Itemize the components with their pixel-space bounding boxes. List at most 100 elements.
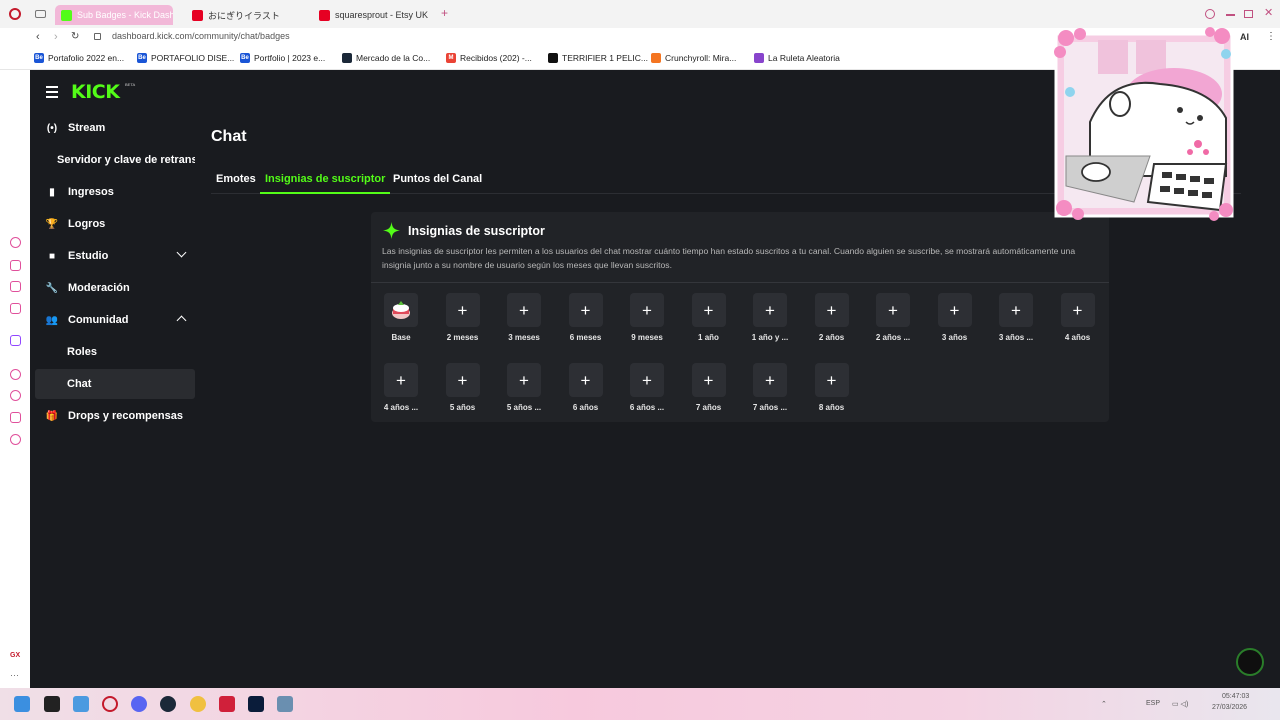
app-icon[interactable] xyxy=(190,696,206,712)
maximize-window-button[interactable] xyxy=(1244,10,1253,18)
add-badge-icon[interactable]: + xyxy=(507,293,541,327)
game-icon[interactable] xyxy=(219,696,235,712)
tab-manager-icon[interactable] xyxy=(35,10,46,18)
steam-icon[interactable] xyxy=(160,696,176,712)
gx-icon[interactable]: GX xyxy=(10,652,20,659)
add-badge-icon[interactable]: + xyxy=(691,293,726,327)
badge-slot[interactable]: +1 año xyxy=(684,293,734,342)
bookmark-item[interactable]: Be PORTAFOLIO DISE... xyxy=(137,53,234,63)
back-icon[interactable]: ‹ xyxy=(36,31,40,43)
tab-subscriber-badges[interactable]: Insignias de suscriptor xyxy=(260,173,391,194)
ai-assistant-icon[interactable] xyxy=(10,237,21,248)
badge-slot[interactable]: Base xyxy=(376,293,426,342)
bookmark-item[interactable]: La Ruleta Aleatoria xyxy=(754,53,840,63)
clock-date[interactable]: 27/03/2026 xyxy=(1212,704,1247,711)
forward-icon[interactable]: › xyxy=(54,31,58,43)
opera-logo-icon[interactable] xyxy=(9,8,21,20)
reload-icon[interactable]: ↻ xyxy=(71,31,79,42)
hamburger-menu-icon[interactable] xyxy=(46,86,58,101)
chevron-down-icon[interactable] xyxy=(176,247,187,258)
badge-slot[interactable]: +8 años xyxy=(807,363,857,412)
badge-slot[interactable]: +6 años ... xyxy=(622,363,672,412)
kick-status-icon[interactable] xyxy=(1236,648,1264,676)
add-badge-icon[interactable]: + xyxy=(753,363,787,397)
badge-slot[interactable]: +2 meses xyxy=(438,293,488,342)
browser-tab[interactable]: Sub Badges - Kick Dashb xyxy=(55,5,173,25)
tab-emotes[interactable]: Emotes xyxy=(211,173,261,194)
clock-time[interactable]: 05:47:03 xyxy=(1222,693,1249,700)
crypto-wallet-icon[interactable] xyxy=(10,281,21,292)
kick-logo[interactable]: KICK xyxy=(71,81,120,103)
ai-label[interactable]: AI xyxy=(1240,32,1249,42)
add-badge-icon[interactable]: + xyxy=(630,293,664,327)
badge-slot[interactable]: +5 años ... xyxy=(499,363,549,412)
add-badge-icon[interactable]: + xyxy=(445,363,480,397)
bookmark-item[interactable]: Mercado de la Co... xyxy=(342,53,430,63)
add-badge-icon[interactable]: + xyxy=(568,363,603,397)
sidebar-item-ingresos[interactable]: ▮ Ingresos xyxy=(35,177,195,207)
add-badge-icon[interactable]: + xyxy=(937,293,972,327)
more-options-icon[interactable]: ··· xyxy=(10,670,19,680)
add-badge-icon[interactable]: + xyxy=(445,293,480,327)
settings-gear-icon[interactable] xyxy=(10,434,21,445)
minimize-window-button[interactable] xyxy=(1226,14,1235,16)
shopping-icon[interactable] xyxy=(10,260,21,271)
base-badge-icon[interactable] xyxy=(384,293,418,327)
files-icon[interactable] xyxy=(73,696,89,712)
badge-slot[interactable]: +2 años ... xyxy=(868,293,918,342)
bookmark-item[interactable]: Crunchyroll: Mira... xyxy=(651,53,736,63)
add-badge-icon[interactable]: + xyxy=(568,293,603,327)
computer-icon[interactable] xyxy=(277,696,293,712)
sidebar-item-chat[interactable]: Chat xyxy=(35,369,195,399)
add-badge-icon[interactable]: + xyxy=(384,363,418,397)
add-badge-icon[interactable]: + xyxy=(630,363,664,397)
badge-slot[interactable]: +6 meses xyxy=(561,293,611,342)
bookmark-item[interactable]: TERRIFIER 1 PELIC... xyxy=(548,53,648,63)
add-badge-icon[interactable]: + xyxy=(691,363,726,397)
badge-slot[interactable]: +3 meses xyxy=(499,293,549,342)
photoshop-icon[interactable] xyxy=(248,696,264,712)
add-badge-icon[interactable]: + xyxy=(1060,293,1095,327)
sidebar-item-moderacion[interactable]: 🔧 Moderación xyxy=(35,273,195,303)
new-tab-button[interactable]: + xyxy=(441,6,448,20)
tray-chevron-icon[interactable]: ⌃ xyxy=(1101,700,1107,708)
add-badge-icon[interactable]: + xyxy=(814,363,849,397)
language-indicator[interactable]: ESP xyxy=(1146,700,1160,707)
opera-gx-icon[interactable] xyxy=(102,696,118,712)
add-badge-icon[interactable]: + xyxy=(999,293,1033,327)
sidebar-item-stream[interactable]: (•) Stream xyxy=(35,113,195,143)
badge-slot[interactable]: +2 años xyxy=(807,293,857,342)
messenger-icon[interactable] xyxy=(10,303,21,314)
sidebar-item-comunidad[interactable]: 👥 Comunidad xyxy=(35,305,195,335)
network-sound-icons[interactable]: ▭ ◁) xyxy=(1172,700,1188,708)
bookmark-item[interactable]: Be Portafolio 2022 en... xyxy=(34,53,124,63)
badge-slot[interactable]: +4 años xyxy=(1053,293,1103,342)
badge-slot[interactable]: +7 años xyxy=(684,363,734,412)
sidebar-item-drops[interactable]: 🎁 Drops y recompensas xyxy=(35,401,195,431)
discord-icon[interactable] xyxy=(131,696,147,712)
badge-slot[interactable]: +4 años ... xyxy=(376,363,426,412)
tiktok-icon[interactable] xyxy=(44,696,60,712)
add-badge-icon[interactable]: + xyxy=(876,293,910,327)
badge-slot[interactable]: +7 años ... xyxy=(745,363,795,412)
badge-slot[interactable]: +3 años ... xyxy=(991,293,1041,342)
badge-slot[interactable]: +5 años xyxy=(438,363,488,412)
twitch-icon[interactable] xyxy=(10,335,21,346)
add-badge-icon[interactable]: + xyxy=(814,293,849,327)
sidebar-item-logros[interactable]: 🏆 Logros xyxy=(35,209,195,239)
bookmark-item[interactable]: Be Portfolio | 2023 e... xyxy=(240,53,325,63)
url-field[interactable]: dashboard.kick.com/community/chat/badges xyxy=(112,31,290,41)
close-window-button[interactable]: ✕ xyxy=(1264,6,1273,19)
badge-slot[interactable]: +9 meses xyxy=(622,293,672,342)
badge-slot[interactable]: +1 año y ... xyxy=(745,293,795,342)
history-icon[interactable] xyxy=(10,390,21,401)
extensions-icon[interactable] xyxy=(10,412,21,423)
chevron-up-icon[interactable] xyxy=(176,315,187,326)
bookmark-item[interactable]: M Recibidos (202) -... xyxy=(446,53,532,63)
add-badge-icon[interactable]: + xyxy=(753,293,787,327)
badge-slot[interactable]: +6 años xyxy=(561,363,611,412)
sidebar-item-servidor[interactable]: Servidor y clave de retransmisión xyxy=(35,145,195,175)
menu-icon[interactable]: ⋮ xyxy=(1266,31,1276,42)
badge-slot[interactable]: +3 años xyxy=(930,293,980,342)
windows-start-icon[interactable] xyxy=(14,696,30,712)
